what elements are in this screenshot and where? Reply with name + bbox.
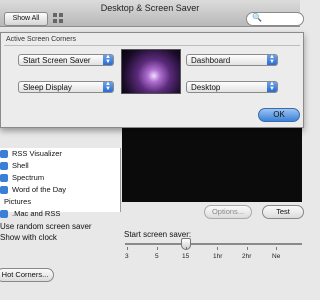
ok-button[interactable]: OK (258, 108, 300, 122)
corner-preview-image (121, 49, 181, 94)
slider-tick-label: 2hr (242, 253, 252, 260)
screensaver-icon (0, 186, 8, 194)
slider-tick (276, 247, 277, 250)
search-icon: 🔍 (252, 13, 262, 22)
slider-tick (247, 247, 248, 250)
slider-tick-label: 1hr (213, 253, 223, 260)
list-item[interactable]: Word of the Day (0, 184, 120, 196)
slider-tick (186, 247, 187, 250)
show-all-button[interactable]: Show All (4, 12, 48, 26)
list-item[interactable]: Spectrum (0, 172, 120, 184)
sheet-title: Active Screen Corners (6, 36, 77, 43)
list-item[interactable]: RSS Visualizer (0, 148, 120, 160)
screensaver-icon (0, 174, 8, 182)
bottom-left-corner-popup[interactable]: Sleep Display ▲ ▼ (18, 81, 114, 93)
grid-icon[interactable] (52, 12, 64, 24)
slider-tick-label: Ne (272, 253, 281, 260)
screensaver-icon (0, 150, 8, 158)
list-section-header: Pictures (4, 197, 32, 206)
list-item[interactable]: Shell (0, 160, 120, 172)
slider-tick-label: 5 (155, 253, 159, 260)
screensaver-icon (0, 210, 8, 218)
slider-tick-label: 3 (125, 253, 129, 260)
list-item[interactable]: .Mac and RSS (0, 208, 120, 220)
show-clock-checkbox-label[interactable]: Show with clock (0, 233, 57, 242)
slider-track[interactable] (125, 243, 302, 245)
bottom-right-corner-popup[interactable]: Desktop ▲ ▼ (186, 81, 278, 93)
chevron-updown-icon: ▲ ▼ (103, 81, 113, 92)
slider-tick (127, 247, 128, 250)
screen-saver-list[interactable]: RSS Visualizer Shell Spectrum Word of th… (0, 148, 121, 218)
test-button[interactable]: Test (262, 205, 304, 219)
chevron-updown-icon: ▲ ▼ (103, 54, 113, 65)
options-button[interactable]: Options... (204, 205, 252, 219)
sheet-divider (4, 45, 300, 46)
chevron-updown-icon: ▲ ▼ (267, 54, 277, 65)
slider-tick-label: 15 (182, 253, 190, 260)
use-random-checkbox-label[interactable]: Use random screen saver (0, 222, 92, 231)
slider-tick (217, 247, 218, 250)
slider-tick (157, 247, 158, 250)
hot-corners-button[interactable]: Hot Corners... (0, 268, 54, 282)
chevron-updown-icon: ▲ ▼ (267, 81, 277, 92)
top-left-corner-popup[interactable]: Start Screen Saver ▲ ▼ (18, 54, 114, 66)
screensaver-icon (0, 162, 8, 170)
top-right-corner-popup[interactable]: Dashboard ▲ ▼ (186, 54, 278, 66)
